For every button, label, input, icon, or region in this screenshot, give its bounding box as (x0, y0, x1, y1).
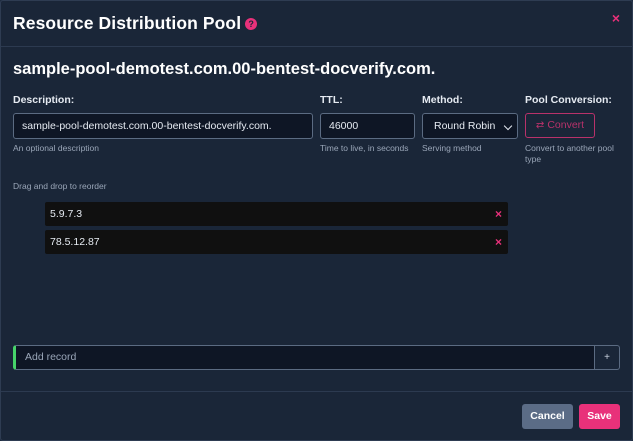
drag-reorder-hint: Drag and drop to reorder (13, 181, 107, 191)
method-selected-value: Round Robin (434, 120, 496, 132)
ttl-input[interactable]: 46000 (320, 113, 415, 139)
modal-title-text: Resource Distribution Pool (13, 13, 242, 33)
description-input[interactable]: sample-pool-demotest.com.00-bentest-docv… (13, 113, 313, 139)
ttl-label: TTL: (320, 94, 343, 106)
ttl-help: Time to live, in seconds (320, 143, 409, 153)
record-row[interactable]: 5.9.7.3 × (45, 202, 508, 226)
modal-header: Resource Distribution Pool? × (1, 1, 632, 47)
method-label: Method: (422, 94, 463, 106)
description-label: Description: (13, 94, 75, 106)
remove-icon[interactable]: × (495, 202, 502, 226)
method-select[interactable]: Round Robin (422, 113, 518, 139)
pool-name-heading: sample-pool-demotest.com.00-bentest-docv… (13, 60, 436, 78)
help-icon[interactable]: ? (245, 18, 258, 30)
add-record-group: Add record + (13, 345, 620, 370)
resource-pool-modal: Resource Distribution Pool? × sample-poo… (0, 0, 633, 441)
add-record-input[interactable]: Add record (13, 345, 595, 370)
convert-button-label: Convert (547, 119, 585, 131)
cancel-button[interactable]: Cancel (522, 404, 573, 429)
modal-title: Resource Distribution Pool? (13, 13, 258, 34)
swap-arrows-icon: ⇄ (535, 120, 545, 131)
add-record-button[interactable]: + (595, 345, 620, 370)
remove-icon[interactable]: × (495, 230, 502, 254)
record-row[interactable]: 78.5.12.87 × (45, 230, 508, 254)
convert-button[interactable]: ⇄ Convert (525, 113, 595, 138)
method-help: Serving method (422, 143, 482, 153)
chevron-down-icon (503, 121, 513, 131)
save-button[interactable]: Save (579, 404, 620, 429)
pool-conversion-label: Pool Conversion: (525, 94, 612, 106)
close-icon[interactable]: × (612, 11, 620, 25)
footer-divider (1, 391, 632, 392)
record-value: 5.9.7.3 (50, 208, 83, 220)
pool-conversion-help: Convert to another pool type (525, 143, 614, 164)
description-help: An optional description (13, 143, 100, 153)
record-value: 78.5.12.87 (50, 236, 100, 248)
